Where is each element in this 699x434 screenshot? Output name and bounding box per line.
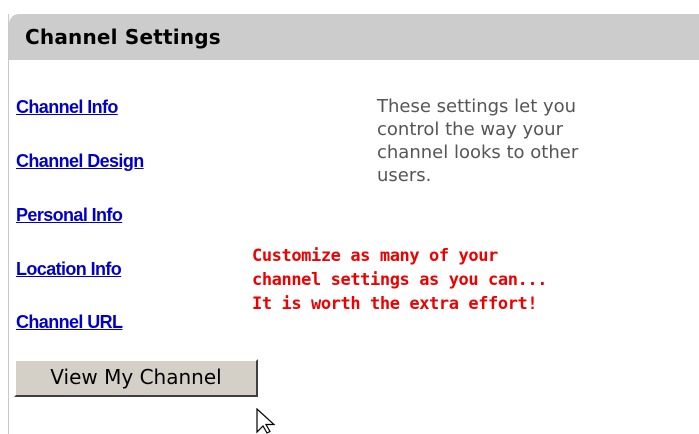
callout-line: Customize as many of your [252,246,498,266]
callout-line: channel settings as you can... [252,270,548,290]
description-line: channel looks to other [377,142,579,163]
channel-info-link[interactable]: Channel Info [16,97,118,118]
personal-info-link[interactable]: Personal Info [16,205,123,226]
panel-header: Channel Settings [9,14,699,60]
arrow-pointer-icon [256,408,276,434]
location-info-link[interactable]: Location Info [16,259,122,280]
channel-url-link[interactable]: Channel URL [16,312,123,333]
callout-line: It is worth the extra effort! [252,294,538,314]
description-line: users. [377,165,432,186]
description-line: control the way your [377,119,563,140]
view-my-channel-button[interactable]: View My Channel [14,359,258,397]
panel-title: Channel Settings [25,25,221,49]
settings-description: These settings let you control the way y… [377,95,627,187]
customize-callout: Customize as many of your channel settin… [252,244,547,316]
description-line: These settings let you [377,96,577,117]
channel-design-link[interactable]: Channel Design [16,151,144,172]
